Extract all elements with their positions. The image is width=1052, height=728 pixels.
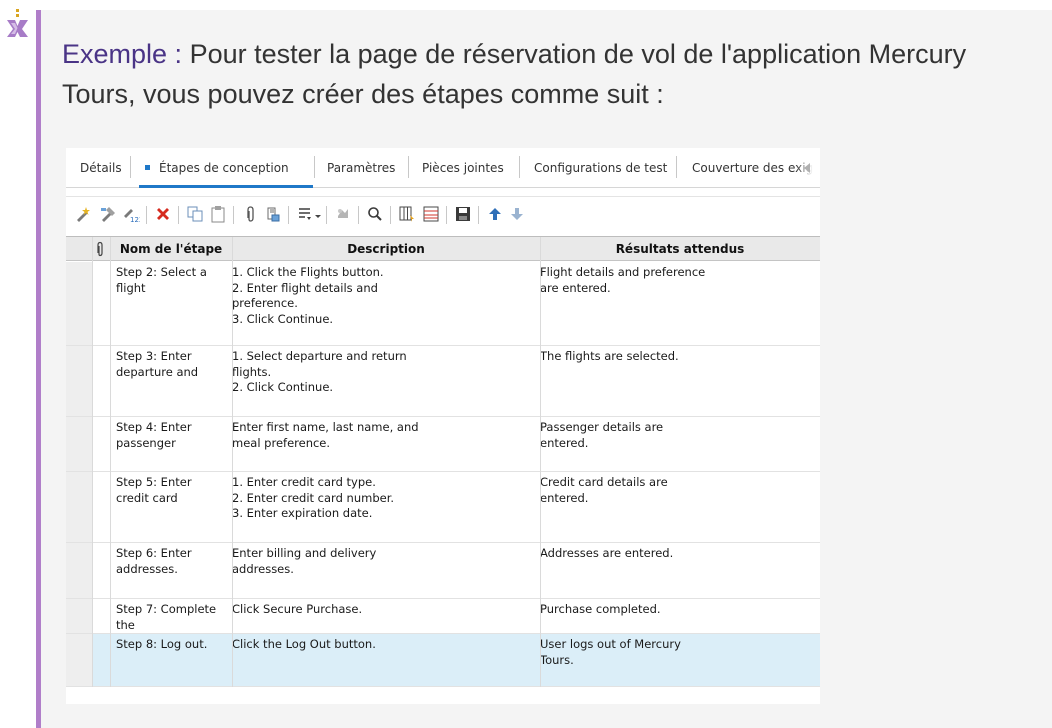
tab-bar: Détails Étapes de conception Paramètres … — [66, 148, 820, 188]
tab-separator — [314, 156, 315, 178]
step-expected-cell[interactable]: Flight details and preference are entere… — [540, 265, 816, 296]
tab-separator — [130, 156, 131, 178]
tab-parameters[interactable]: Paramètres — [327, 157, 395, 179]
insert-parameter-icon[interactable] — [296, 205, 314, 223]
row-selector[interactable] — [66, 417, 92, 471]
row-selector[interactable] — [66, 472, 92, 542]
step-expected-cell[interactable]: User logs out of Mercury Tours. — [540, 637, 816, 668]
step-row-selected[interactable]: Step 8: Log out. Click the Log Out butto… — [66, 634, 820, 687]
step-description-cell[interactable]: 1. Enter credit card type. 2. Enter cred… — [232, 475, 532, 522]
step-expected-cell[interactable]: The flights are selected. — [540, 349, 816, 365]
step-name-cell[interactable]: Step 2: Select a flight — [116, 265, 230, 296]
step-name-cell[interactable]: Step 7: Complete the — [116, 602, 230, 633]
toolbar-separator — [326, 206, 327, 224]
column-header-expected-results[interactable]: Résultats attendus — [540, 237, 820, 261]
step-description-cell[interactable]: Enter billing and delivery addresses. — [232, 546, 532, 577]
grid-column-divider — [232, 237, 233, 687]
design-steps-grid: Nom de l'étape Description Résultats att… — [66, 236, 820, 687]
find-icon[interactable] — [366, 205, 384, 223]
scroll-tabs-left-icon[interactable] — [804, 163, 810, 173]
step-description-cell[interactable]: Enter first name, last name, and meal pr… — [232, 420, 532, 451]
select-columns-icon[interactable] — [398, 205, 416, 223]
step-expected-cell[interactable]: Addresses are entered. — [540, 546, 816, 562]
grid-column-divider — [92, 237, 93, 687]
example-icon — [7, 9, 28, 37]
step-name-cell[interactable]: Step 6: Enter addresses. — [116, 546, 230, 577]
column-header-step-name[interactable]: Nom de l'étape — [110, 237, 232, 261]
tab-design-steps[interactable]: Étapes de conception — [145, 157, 289, 179]
tab-attachments[interactable]: Pièces jointes — [422, 157, 504, 179]
step-name-cell[interactable]: Step 4: Enter passenger — [116, 420, 230, 451]
steps-toolbar: 123 — [66, 196, 820, 232]
step-description-cell[interactable]: Click the Log Out button. — [232, 637, 532, 653]
tab-separator — [519, 156, 520, 178]
step-name-cell[interactable]: Step 5: Enter credit card — [116, 475, 230, 506]
call-to-test-icon[interactable] — [264, 205, 282, 223]
toolbar-separator — [358, 206, 359, 224]
step-row[interactable]: Step 7: Complete the Click Secure Purcha… — [66, 599, 820, 634]
step-row[interactable]: Step 6: Enter addresses. Enter billing a… — [66, 543, 820, 599]
active-tab-underline — [139, 185, 313, 188]
paste-icon[interactable] — [209, 205, 227, 223]
tab-test-configurations-label: Configurations de test — [534, 161, 668, 175]
step-expected-cell[interactable]: Credit card details are entered. — [540, 475, 816, 506]
step-name-cell[interactable]: Step 3: Enter departure and — [116, 349, 230, 380]
dropdown-arrow-icon[interactable] — [315, 215, 321, 218]
toolbar-separator — [478, 206, 479, 224]
row-selector[interactable] — [66, 262, 92, 345]
tab-design-steps-label: Étapes de conception — [159, 161, 289, 175]
row-selector[interactable] — [66, 346, 92, 416]
tab-details[interactable]: Détails — [80, 157, 122, 179]
tab-attachments-label: Pièces jointes — [422, 161, 504, 175]
step-row[interactable]: Step 2: Select a flight 1. Click the Fli… — [66, 262, 820, 346]
tab-test-configurations[interactable]: Configurations de test — [534, 157, 667, 179]
tab-separator — [676, 156, 677, 178]
renumber-steps-icon[interactable]: 123 — [122, 205, 140, 223]
toolbar-separator — [446, 206, 447, 224]
step-name-cell[interactable]: Step 8: Log out. — [116, 637, 230, 653]
generate-script-icon[interactable] — [334, 205, 352, 223]
step-row[interactable]: Step 5: Enter credit card 1. Enter credi… — [66, 472, 820, 543]
save-icon[interactable] — [454, 205, 472, 223]
delete-icon[interactable] — [154, 205, 172, 223]
active-tab-marker — [145, 165, 150, 170]
step-description-cell[interactable]: Click Secure Purchase. — [232, 602, 532, 618]
edit-step-icon[interactable] — [99, 205, 117, 223]
column-header-description[interactable]: Description — [232, 237, 540, 261]
toolbar-separator — [146, 206, 147, 224]
example-intro: Exemple : Pour tester la page de réserva… — [62, 34, 1022, 114]
toolbar-separator — [390, 206, 391, 224]
example-lead: Exemple : — [62, 39, 183, 69]
step-expected-cell[interactable]: Purchase completed. — [540, 602, 816, 618]
toolbar-separator — [233, 206, 234, 224]
step-expected-cell[interactable]: Passenger details are entered. — [540, 420, 816, 451]
step-description-cell[interactable]: 1. Select departure and return flights. … — [232, 349, 532, 396]
move-up-icon[interactable] — [486, 205, 504, 223]
step-description-cell[interactable]: 1. Click the Flights button. 2. Enter fl… — [232, 265, 532, 327]
svg-text:123: 123 — [130, 216, 140, 223]
tab-parameters-label: Paramètres — [327, 161, 396, 175]
row-selector[interactable] — [66, 543, 92, 598]
step-row[interactable]: Step 4: Enter passenger Enter first name… — [66, 417, 820, 472]
new-step-icon[interactable] — [74, 205, 92, 223]
tab-separator — [408, 156, 409, 178]
toolbar-separator — [288, 206, 289, 224]
grid-header: Nom de l'étape Description Résultats att… — [66, 237, 820, 261]
attachment-icon[interactable] — [241, 205, 259, 223]
row-selector[interactable] — [66, 634, 92, 686]
grid-filter-icon[interactable] — [422, 205, 440, 223]
step-row[interactable]: Step 3: Enter departure and 1. Select de… — [66, 346, 820, 417]
attachment-column-icon — [97, 241, 103, 257]
row-selector[interactable] — [66, 599, 92, 633]
tab-details-label: Détails — [80, 161, 122, 175]
toolbar-separator — [178, 206, 179, 224]
copy-icon[interactable] — [186, 205, 204, 223]
grid-column-divider — [540, 237, 541, 687]
move-down-icon[interactable] — [508, 205, 526, 223]
design-steps-screenshot: Détails Étapes de conception Paramètres … — [66, 148, 820, 704]
grid-column-divider — [110, 237, 111, 687]
example-text: Pour tester la page de réservation de vo… — [62, 39, 967, 109]
